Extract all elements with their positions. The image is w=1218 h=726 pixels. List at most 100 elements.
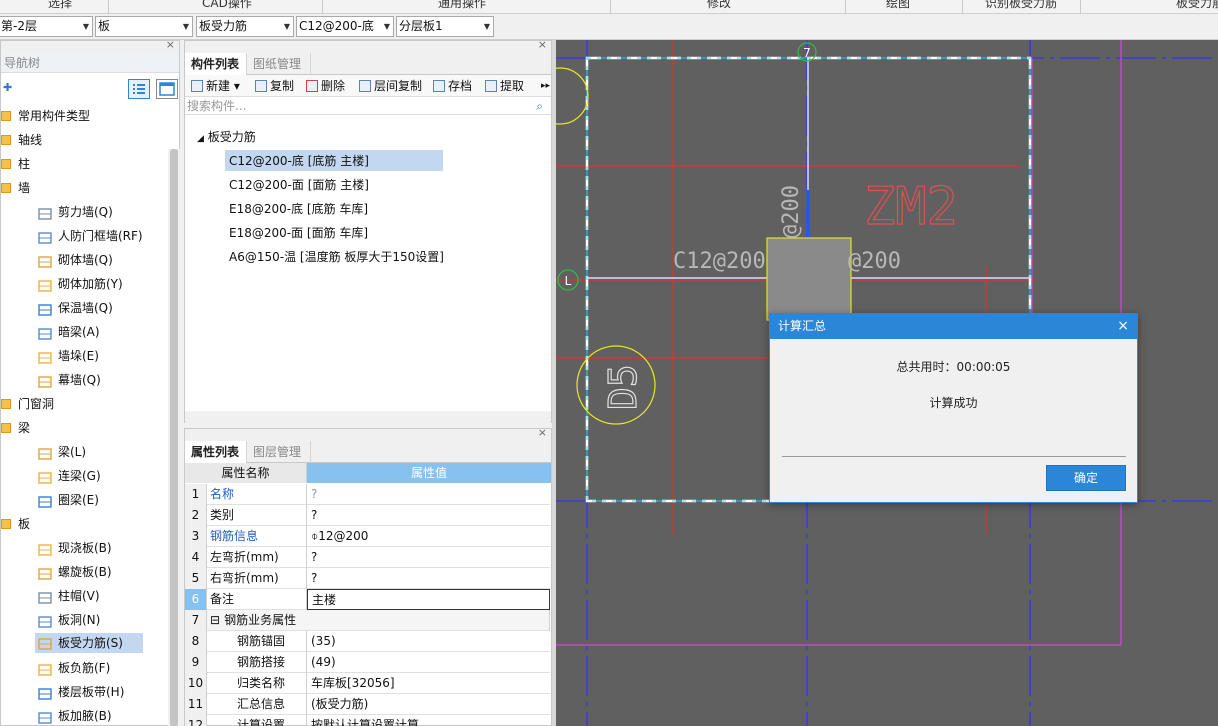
nav-tree-item[interactable]: 螺旋板(B) [37,561,112,583]
property-row[interactable]: 7 ⊟ 钢筋业务属性 [185,610,550,631]
component-list-item[interactable]: A6@150-温 [温度筋 板厚大于150设置] [227,247,444,267]
floor-select[interactable]: 第-2层 ▼ [0,16,93,37]
property-row[interactable]: 11 汇总信息 (板受力筋) [185,694,550,715]
property-value[interactable]: ? [307,547,550,568]
nav-tree-item[interactable]: 板加腋(B) [37,705,112,726]
add-icon[interactable]: ✚ [3,81,12,94]
component-list-item[interactable]: E18@200-面 [面筋 车库] [227,223,368,243]
nav-tree-item[interactable]: 人防门框墙(RF) [37,225,143,247]
ribbon-tab-slab-rebar[interactable]: 板受力筋 [1176,0,1218,11]
property-value[interactable]: (板受力筋) [307,694,550,715]
close-icon[interactable]: × [1117,314,1129,339]
nav-tree-item[interactable]: 剪力墙(Q) [37,201,113,223]
component-select[interactable]: C12@200-底 ▼ [296,16,394,37]
close-icon[interactable]: × [166,38,175,51]
property-value[interactable]: ⌽12@200 [307,526,550,547]
nav-tree-item[interactable]: 保温墙(Q) [37,297,113,319]
property-value[interactable]: ? [307,568,550,589]
nav-tree-item[interactable]: 板受力筋(S) [35,633,143,653]
close-icon[interactable]: × [538,426,547,439]
ribbon-tab-draw[interactable]: 绘图 [886,0,910,11]
extract-button[interactable]: 提取 [485,78,524,94]
list-view-icon[interactable] [128,79,150,99]
property-value[interactable]: (49) [307,652,550,673]
nav-tree-item[interactable]: 墙 [1,177,30,199]
property-row[interactable]: 12 计算设置 按默认计算设置计算 [185,715,550,726]
nav-scrollbar-thumb[interactable] [170,149,178,726]
tab-layer-management[interactable]: 图层管理 [247,441,311,463]
tab-component-list[interactable]: 构件列表 [185,53,247,75]
tab-drawing-management[interactable]: 图纸管理 [247,53,311,75]
property-value[interactable]: (35) [307,631,550,652]
nav-scrollbar[interactable] [168,149,180,726]
nav-tree-item[interactable]: 柱 [1,153,30,175]
splitter[interactable] [552,40,556,726]
type-select[interactable]: 板受力筋 ▼ [196,16,294,37]
archive-button[interactable]: 存档 [433,78,472,94]
ribbon-tab-identify[interactable]: 识别板受力筋 [985,0,1057,11]
ribbon-tab-select[interactable]: 选择 [48,0,72,11]
grid-view-icon[interactable] [156,79,178,99]
nav-tree-item[interactable]: 常用构件类型 [1,105,90,127]
component-scrollbar[interactable] [185,411,551,423]
ribbon-tab-general[interactable]: 通用操作 [438,0,486,11]
component-list-item[interactable]: E18@200-底 [底筋 车库] [227,199,368,219]
nav-tree-item[interactable]: 梁(L) [37,441,86,463]
property-row[interactable]: 4 左弯折(mm)? [185,547,550,568]
search-icon[interactable]: ⌕ [536,97,543,115]
property-value[interactable]: ? [307,484,550,505]
collapse-icon[interactable]: ⊟ [210,613,220,627]
column-block[interactable] [766,237,852,321]
new-button[interactable]: 新建 ▾ [191,78,240,94]
tab-property-list[interactable]: 属性列表 [185,441,247,463]
nav-tree-item[interactable]: 门窗洞 [1,393,54,415]
property-row[interactable]: 8 钢筋锚固 (35) [185,631,550,652]
component-list-item[interactable]: C12@200-底 [底筋 主楼] [227,151,369,171]
property-row[interactable]: 3 钢筋信息 ⌽12@200 [185,526,550,547]
property-value[interactable]: ? [307,505,550,526]
property-row[interactable]: 10 归类名称 车库板[32056] [185,673,550,694]
close-icon[interactable]: × [538,38,547,51]
ok-button[interactable]: 确定 [1046,465,1126,491]
property-row[interactable]: 1 名称? [185,484,550,505]
nav-tree-item[interactable]: 板负筋(F) [37,657,110,679]
copy-button[interactable]: 复制 [255,78,294,94]
nav-tree-item[interactable]: 墙垛(E) [37,345,99,367]
property-row[interactable]: 9 钢筋搭接 (49) [185,652,550,673]
property-row[interactable]: 5 右弯折(mm)? [185,568,550,589]
nav-tree-item[interactable]: 连梁(G) [37,465,101,487]
nav-tree-item[interactable]: 板 [1,513,30,535]
nav-tree-item[interactable]: 圈梁(E) [37,489,99,511]
collapse-icon[interactable]: ◢ [197,134,204,144]
property-value[interactable]: 按默认计算设置计算 [307,715,550,726]
category-select[interactable]: 板 ▼ [95,16,193,37]
nav-toolbar: ✚ [1,73,179,109]
nav-tree-item[interactable]: 暗梁(A) [37,321,100,343]
nav-tree-item[interactable]: 梁 [1,417,30,439]
delete-button[interactable]: 删除 [306,78,345,94]
property-row[interactable]: 2 类别? [185,505,550,526]
property-value[interactable]: 主楼 [307,589,550,610]
ribbon-tab-cad[interactable]: CAD操作 [202,0,252,11]
folder-icon [1,183,11,193]
floor-copy-button[interactable]: 层间复制 [359,78,422,94]
property-value[interactable]: 车库板[32056] [307,673,550,694]
nav-tree-item[interactable]: 楼层板带(H) [37,681,124,703]
property-name-label: 钢筋搭接 [237,655,286,669]
nav-tree-item[interactable]: 砌体加筋(Y) [37,273,123,295]
property-row-number: 10 [185,673,207,694]
sublayer-select[interactable]: 分层板1 ▼ [396,16,494,37]
nav-tree-item[interactable]: 现浇板(B) [37,537,112,559]
ribbon-tab-modify[interactable]: 修改 [707,0,731,11]
more-icon[interactable]: ▸▸ [541,78,550,94]
component-group[interactable]: ◢ 板受力筋 [195,127,256,147]
nav-tree-item[interactable]: 板洞(N) [37,609,100,631]
property-name-label: 钢筋锚固 [237,634,286,648]
nav-tree-item[interactable]: 砌体墙(Q) [37,249,113,271]
nav-tree-item[interactable]: 幕墙(Q) [37,369,101,391]
component-list-item[interactable]: C12@200-面 [面筋 主楼] [227,175,369,195]
component-search-input[interactable]: 搜索构件... ⌕ [185,97,551,115]
nav-tree-item[interactable]: 柱帽(V) [37,585,100,607]
property-row[interactable]: 6 备注 主楼 [185,589,550,610]
nav-tree-item[interactable]: 轴线 [1,129,42,151]
